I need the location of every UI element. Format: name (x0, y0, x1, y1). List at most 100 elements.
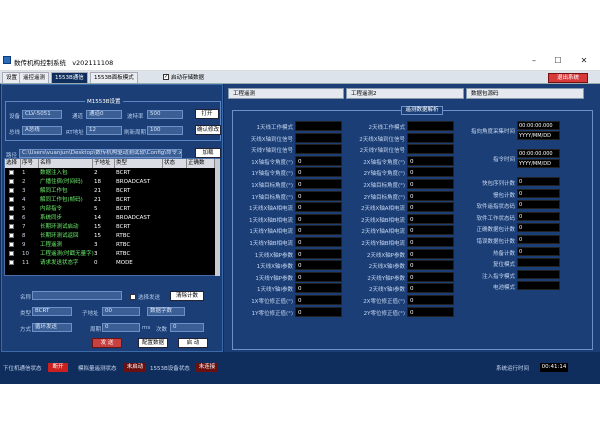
refresh-period-input[interactable]: 100 (147, 126, 183, 135)
cycle-send-checkbox[interactable] (130, 294, 136, 300)
send-type-select[interactable]: BCRT (32, 307, 72, 316)
send-type-label: 类型 (20, 311, 32, 317)
cell-name: 请求发送状态字 (40, 260, 79, 266)
lower-comm-label: 下位机通信状态 (3, 366, 42, 372)
param-value: 0 (407, 295, 454, 305)
param-label: 注入指令模式 (481, 273, 515, 280)
store-data-checkbox[interactable]: ✓ (163, 74, 169, 80)
cell-name: 解同工作包 (40, 188, 68, 194)
param-value: 0 (517, 235, 560, 244)
confirm-button[interactable]: 确认修改 (195, 125, 221, 135)
file-path-input[interactable]: C:\Users\vuanjun\Desktop\数传机构驱动测试软\Confi… (19, 149, 182, 158)
table-row[interactable]: 10 工程遥测(时戳无量字) 3 RTBC (5, 250, 215, 258)
row-select-checkbox[interactable] (9, 224, 14, 229)
param-label: 2X轴目标角度(°) (363, 183, 405, 189)
param-value: 0 (407, 213, 454, 224)
board-select[interactable]: CLV-5051 (22, 110, 62, 119)
rtab-packet-source[interactable]: 数据包源码 (466, 88, 584, 99)
table-row[interactable]: 4 解同工作包(帧码) 21 BCRT (5, 196, 215, 204)
param-value: 0 (295, 283, 342, 294)
table-row[interactable]: 9 工程遥测 3 RTBC (5, 241, 215, 249)
telemetry-panel: 遥测数据解析 1天线工作模式 天线X轴到位信号 天线Y轴到位信号 1X轴指令角度(°)… (232, 106, 593, 350)
period-label: 刷新周期 (124, 130, 147, 136)
date-value: YYYY/MM/DD (517, 131, 560, 140)
cell-name: 广播住宿(时间码) (40, 179, 83, 185)
row-select-checkbox[interactable] (9, 197, 14, 202)
config-data-button[interactable]: 配置数据 (138, 338, 168, 348)
bus-select[interactable]: A总线 (22, 126, 62, 135)
param-value: 0 (407, 248, 454, 259)
param-label: 1天线Y轴A相电流 (249, 229, 293, 236)
param-label: 1天线X轴I参数 (256, 264, 293, 271)
tab-1553b-panel[interactable]: 1553B面板模式 (90, 72, 138, 83)
param-value (295, 144, 342, 155)
param-label: 1天线Y轴I参数 (257, 287, 293, 294)
table-row[interactable]: 7 长期环测试启动 15 BCRT (5, 223, 215, 231)
bus-label: 1553B设备状态 (150, 366, 190, 372)
row-select-checkbox[interactable] (9, 188, 14, 193)
row-select-checkbox[interactable] (9, 179, 14, 184)
analog-label: 模拟量遥测状态 (78, 366, 117, 372)
cell-name: 数据注入包 (40, 170, 68, 176)
param-value (295, 132, 342, 143)
param-label: 软件工作状态码 (476, 215, 515, 222)
param-value: 0 (295, 271, 342, 282)
param-value (517, 269, 560, 279)
row-select-checkbox[interactable] (9, 251, 14, 256)
minimize-icon[interactable]: – (525, 55, 543, 67)
load-button[interactable]: 加载 (195, 148, 221, 158)
table-row[interactable]: 5 内部指令 5 BCRT (5, 205, 215, 213)
row-select-checkbox[interactable] (9, 206, 14, 211)
send-subaddress-select[interactable]: 00 (102, 307, 140, 316)
rtab-telemetry2[interactable]: 工程遥测2 (346, 88, 464, 99)
row-select-checkbox[interactable] (9, 242, 14, 247)
rtab-telemetry[interactable]: 工程遥测 (228, 88, 344, 99)
exit-button[interactable]: 退出系统 (548, 73, 588, 83)
cell-n: 9 (22, 242, 26, 248)
cell-type: BCRT (116, 206, 131, 212)
lower-comm-status: 断开 (48, 363, 68, 372)
channel-select[interactable]: 通道0 (86, 110, 122, 119)
cell-sa: 18 (94, 179, 101, 185)
tab-telecontrol[interactable]: 遥控遥测 (19, 72, 50, 83)
param-label: 1天线工作模式 (256, 125, 294, 131)
param-value: 0 (407, 190, 454, 201)
param-label: 1Y零位修正值(°) (251, 310, 293, 317)
send-period-input[interactable]: 0 (102, 323, 140, 332)
row-select-checkbox[interactable] (9, 233, 14, 238)
data-count-input[interactable]: 数据字数 (147, 307, 185, 316)
runtime-label: 系统运行时间 (496, 366, 530, 372)
row-select-checkbox[interactable] (9, 215, 14, 220)
cell-sa: 0 (94, 260, 98, 266)
table-row[interactable]: 1 数据注入包 2 BCRT (5, 169, 215, 177)
app-version: v202111108 (72, 59, 114, 67)
send-times-input[interactable]: 0 (170, 323, 204, 332)
store-data-label: 启动存储数据 (171, 75, 205, 81)
param-label: 热备计数 (492, 250, 515, 257)
time-value: 00:00:00.000 (517, 149, 560, 158)
table-row[interactable]: 3 解同工作包 21 BCRT (5, 187, 215, 195)
clear-count-button[interactable]: 清除计数 (170, 291, 204, 301)
table-row[interactable]: 6 系统同步 14 BROADCAST (5, 214, 215, 222)
send-button[interactable]: 发 送 (92, 338, 122, 348)
maximize-icon[interactable]: ☐ (549, 55, 567, 67)
row-select-checkbox[interactable] (9, 260, 14, 265)
param-label: 2天线X轴I参数 (368, 264, 405, 271)
table-row[interactable]: 2 广播住宿(时间码) 18 BROADCAST (5, 178, 215, 186)
close-icon[interactable]: ✕ (575, 55, 593, 67)
send-mode-select[interactable]: 循环发送 (32, 323, 72, 332)
send-name-input[interactable] (32, 291, 122, 300)
table-scrollbar[interactable] (215, 159, 220, 276)
baud-input[interactable]: 500 (147, 110, 183, 119)
param-value (407, 132, 454, 143)
rt-address-input[interactable]: 12 (86, 126, 122, 135)
param-value: 0 (517, 188, 560, 198)
table-row[interactable]: 11 请求发送状态字 0 MODE (5, 259, 215, 267)
board-label: 设备 (9, 114, 21, 120)
table-row[interactable]: 8 长期环测试返回 15 RTBC (5, 232, 215, 240)
app-icon (3, 56, 11, 64)
tab-1553b-comm[interactable]: 1553B通信 (51, 72, 88, 83)
start-button[interactable]: 启 动 (178, 338, 208, 348)
row-select-checkbox[interactable] (9, 170, 14, 175)
open-button[interactable]: 打开 (195, 109, 219, 119)
